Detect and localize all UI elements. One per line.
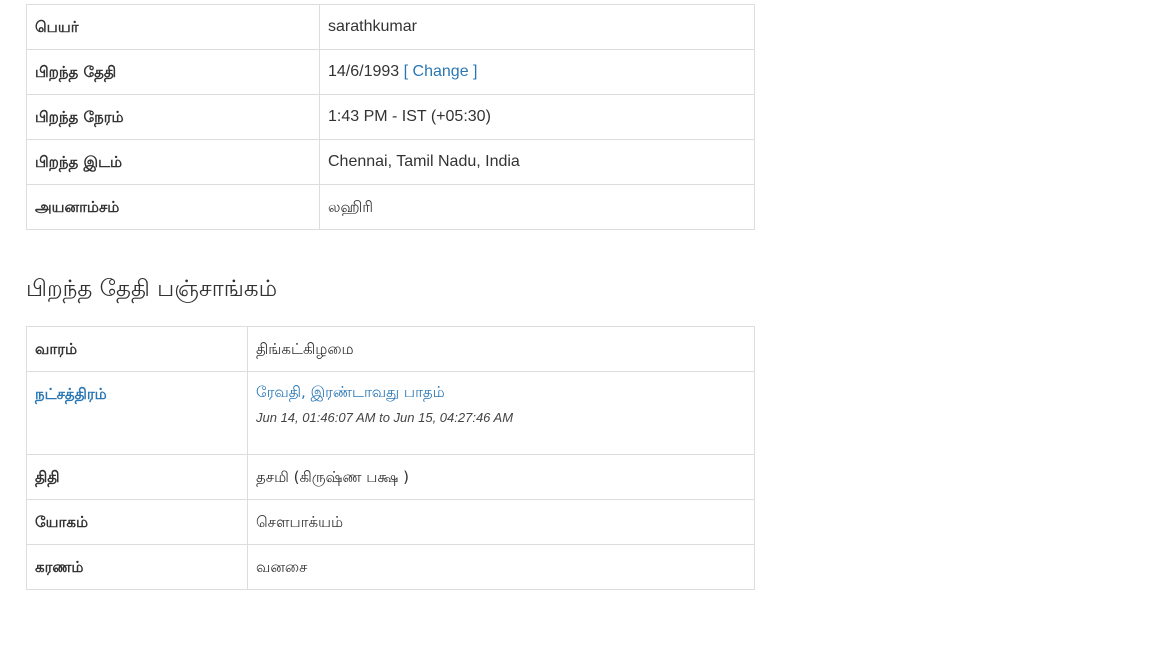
birth-time-label: பிறந்த நேரம் <box>26 94 320 140</box>
table-row: கரணம் வனசை <box>26 544 755 590</box>
nakshatra-cell: ரேவதி, இரண்டாவது பாதம் Jun 14, 01:46:07 … <box>247 371 755 455</box>
table-row: வாரம் திங்கட்கிழமை <box>26 326 755 372</box>
nakshatra-label-cell: நட்சத்திரம் <box>26 371 248 455</box>
table-row: பிறந்த நேரம் 1:43 PM - IST (+05:30) <box>26 94 755 140</box>
table-row: பெயர் sarathkumar <box>26 4 755 50</box>
table-row: அயனாம்சம் லஹிரி <box>26 184 755 230</box>
ayanamsa-value: லஹிரி <box>319 184 755 230</box>
birth-details-table: பெயர் sarathkumar பிறந்த தேதி 14/6/1993 … <box>26 4 755 230</box>
nakshatra-label-link[interactable]: நட்சத்திரம் <box>35 385 107 403</box>
birth-date-cell: 14/6/1993 [ Change ] <box>319 49 755 95</box>
panchangam-section: வாரம் திங்கட்கிழமை நட்சத்திரம் ரேவதி, இர… <box>26 326 755 590</box>
birth-place-label: பிறந்த இடம் <box>26 139 320 185</box>
weekday-value: திங்கட்கிழமை <box>247 326 755 372</box>
change-date-link[interactable]: Change <box>413 63 469 80</box>
name-label: பெயர் <box>26 4 320 50</box>
tithi-label: திதி <box>26 454 248 500</box>
table-row: நட்சத்திரம் ரேவதி, இரண்டாவது பாதம் Jun 1… <box>26 371 755 455</box>
table-row: பிறந்த தேதி 14/6/1993 [ Change ] <box>26 49 755 95</box>
change-link-open-bracket: [ <box>403 63 409 80</box>
birth-place-value: Chennai, Tamil Nadu, India <box>319 139 755 185</box>
nakshatra-time-range: Jun 14, 01:46:07 AM to Jun 15, 04:27:46 … <box>256 410 514 425</box>
table-row: பிறந்த இடம் Chennai, Tamil Nadu, India <box>26 139 755 185</box>
weekday-label: வாரம் <box>26 326 248 372</box>
page-content: பெயர் sarathkumar பிறந்த தேதி 14/6/1993 … <box>26 4 755 590</box>
karanam-label: கரணம் <box>26 544 248 590</box>
yogam-value: சௌபாக்யம் <box>247 499 755 545</box>
karanam-value: வனசை <box>247 544 755 590</box>
name-value: sarathkumar <box>319 4 755 50</box>
table-row: யோகம் சௌபாக்யம் <box>26 499 755 545</box>
change-link-close-bracket: ] <box>473 63 478 80</box>
yogam-label: யோகம் <box>26 499 248 545</box>
birth-date-label: பிறந்த தேதி <box>26 49 320 95</box>
panchangam-heading: பிறந்த தேதி பஞ்சாங்கம் <box>26 276 278 302</box>
birth-date-value: 14/6/1993 <box>328 63 400 80</box>
nakshatra-value-link[interactable]: ரேவதி, இரண்டாவது பாதம் <box>256 382 746 402</box>
birth-time-value: 1:43 PM - IST (+05:30) <box>319 94 755 140</box>
table-row: திதி தசமி (கிருஷ்ண பக்ஷ ) <box>26 454 755 500</box>
ayanamsa-label: அயனாம்சம் <box>26 184 320 230</box>
panchangam-table: வாரம் திங்கட்கிழமை நட்சத்திரம் ரேவதி, இர… <box>26 326 755 590</box>
tithi-value: தசமி (கிருஷ்ண பக்ஷ ) <box>247 454 755 500</box>
